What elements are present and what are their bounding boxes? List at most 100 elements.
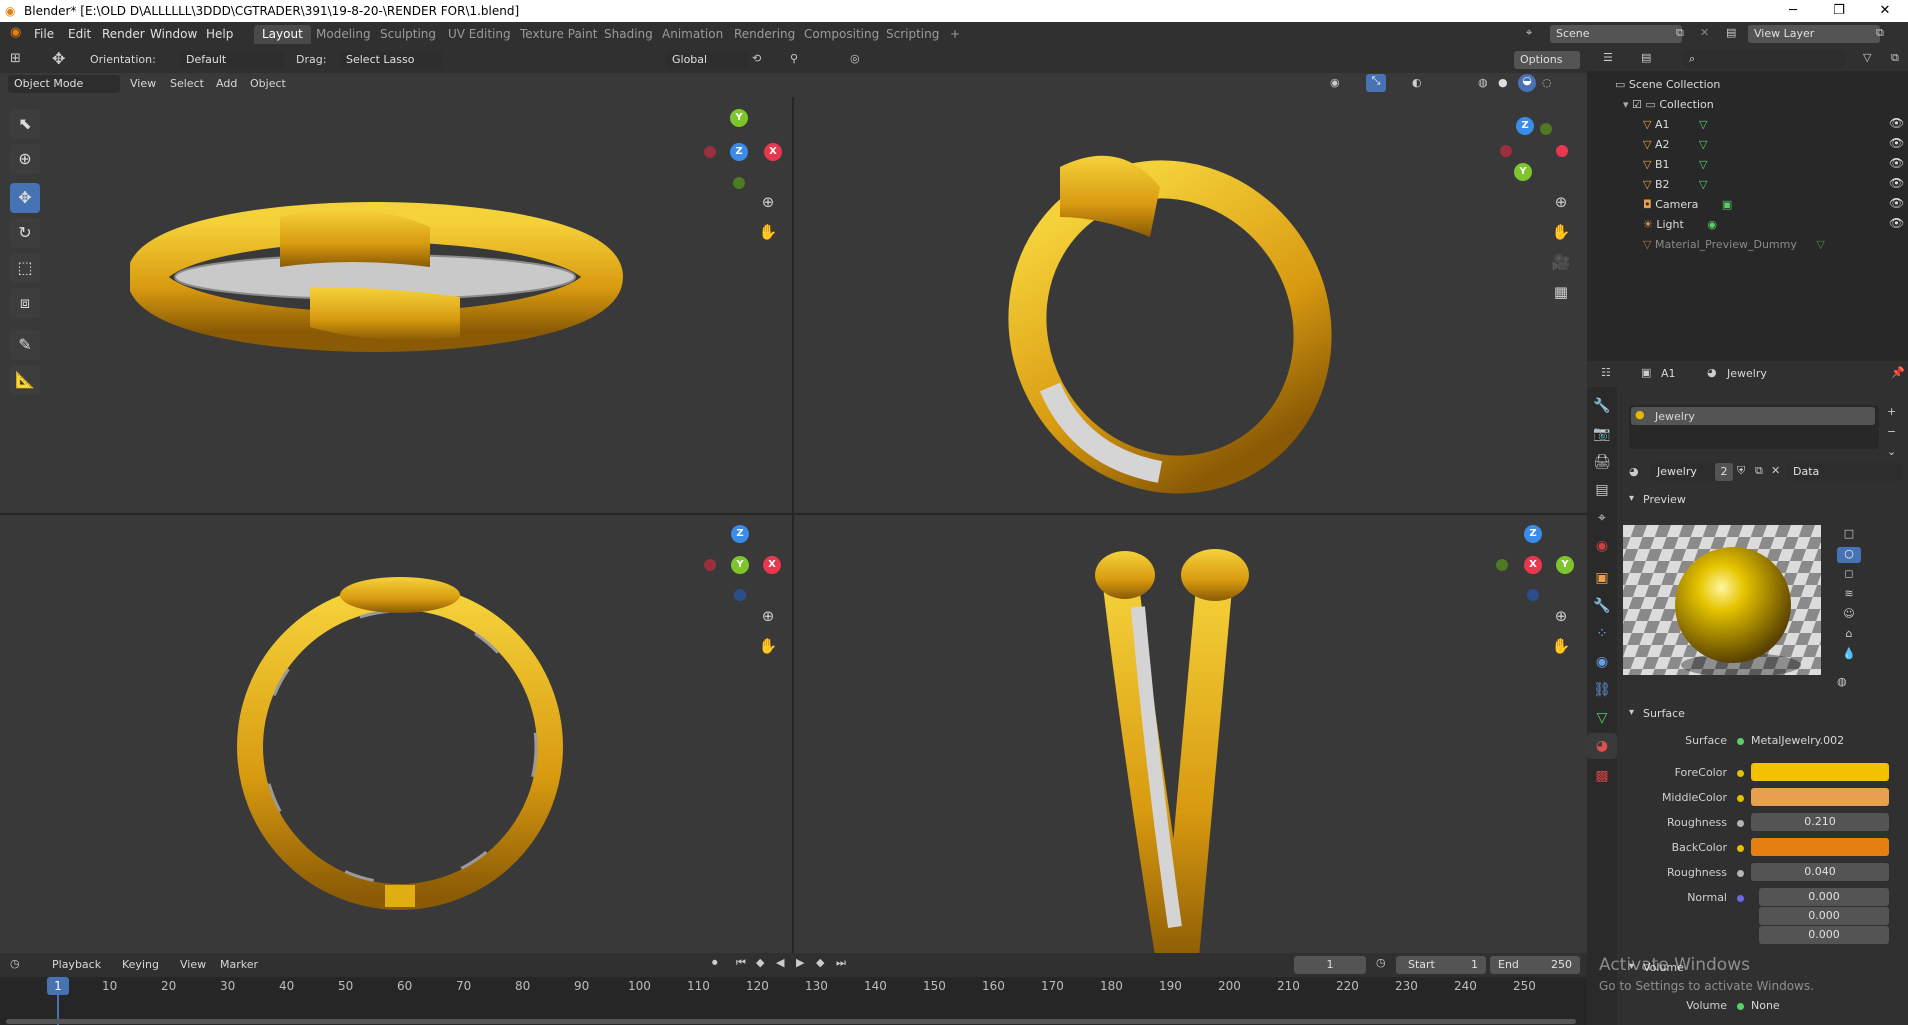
display-mode-icon[interactable]: ▤ — [1641, 51, 1651, 64]
middlecolor-swatch[interactable] — [1751, 788, 1889, 806]
camera-data-icon[interactable]: ▣ — [1722, 198, 1732, 211]
menu-window[interactable]: Window — [150, 27, 197, 41]
outliner-item-camera[interactable]: ◘ Camera ▣ — [1643, 195, 1903, 215]
output-tab-icon[interactable]: 🖨 — [1587, 449, 1617, 475]
viewport-menu-view[interactable]: View — [130, 77, 156, 90]
volume-value[interactable]: None — [1751, 999, 1780, 1012]
gizmo-neg-z-bl[interactable] — [734, 589, 746, 601]
start-frame-field[interactable]: Start 1 — [1396, 956, 1486, 974]
outliner-scene-collection[interactable]: ▭ Scene Collection — [1615, 75, 1895, 95]
roughness-field[interactable]: 0.210 — [1751, 813, 1889, 831]
gizmo-z-axis-tr[interactable]: Z — [1516, 117, 1534, 135]
tab-scripting[interactable]: Scripting — [878, 25, 947, 44]
timeline-ruler[interactable]: 1 10 20 30 40 50 60 70 80 90 100 110 120… — [0, 977, 1587, 1025]
preview-cloth-icon[interactable]: ⌂ — [1837, 627, 1861, 643]
tab-modeling[interactable]: Modeling — [308, 25, 379, 44]
gizmo-x-axis-tl[interactable]: X — [764, 143, 782, 161]
play-icon[interactable]: ▶ — [796, 956, 804, 969]
tab-shading[interactable]: Shading — [596, 25, 661, 44]
viewport-menu-add[interactable]: Add — [216, 77, 237, 90]
preview-hair-icon[interactable]: ≋ — [1837, 587, 1861, 603]
remove-slot-icon[interactable]: − — [1887, 425, 1896, 438]
gizmo-neg-x-tl[interactable] — [704, 146, 716, 158]
solid-shading-icon[interactable]: ● — [1498, 76, 1508, 89]
prev-keyframe-icon[interactable]: ◆ — [756, 956, 764, 969]
gizmo-x-axis-tr[interactable] — [1556, 145, 1568, 157]
socket-dot-icon[interactable] — [1737, 1003, 1744, 1010]
cursor-tool-icon[interactable]: ⊕ — [10, 144, 40, 174]
wireframe-shading-icon[interactable]: ◍ — [1478, 76, 1488, 89]
material-slot-list[interactable]: ● Jewelry — [1629, 405, 1879, 449]
viewport-menu-object[interactable]: Object — [250, 77, 286, 90]
jump-end-icon[interactable]: ⏭ — [836, 956, 846, 970]
new-scene-icon[interactable]: ⧉ — [1676, 26, 1684, 40]
gizmo-x-axis-br[interactable]: X — [1524, 556, 1542, 574]
tab-layout[interactable]: Layout — [254, 25, 311, 44]
timeline[interactable]: ◷ Playback Keying View Marker ⏺ ⏮ ◆ ◀ ▶ … — [0, 953, 1587, 1025]
move-tool-button-icon[interactable]: ✥ — [10, 183, 40, 213]
forecolor-swatch[interactable] — [1751, 763, 1889, 781]
eye-icon[interactable]: 👁 — [1889, 156, 1904, 170]
socket-dot-icon[interactable] — [1737, 795, 1744, 802]
preview-range-icon[interactable]: ◷ — [1376, 956, 1386, 969]
new-view-layer-icon[interactable]: ⧉ — [1876, 26, 1884, 40]
play-reverse-icon[interactable]: ◀ — [776, 956, 784, 969]
preview-flat-icon[interactable]: □ — [1837, 527, 1861, 543]
add-workspace-button[interactable]: + — [942, 25, 968, 44]
view-layer-selector[interactable]: View Layer — [1748, 25, 1880, 43]
jump-start-icon[interactable]: ⏮ — [736, 956, 746, 970]
gizmo-y-axis-tl[interactable]: Y — [730, 109, 748, 127]
texture-tab-icon[interactable]: ▩ — [1587, 763, 1617, 789]
tab-texture-paint[interactable]: Texture Paint — [512, 25, 605, 44]
pan-hand-icon-tl[interactable]: ✋ — [755, 219, 781, 245]
tab-compositing[interactable]: Compositing — [796, 25, 887, 44]
link-dropdown[interactable]: Data — [1787, 463, 1903, 481]
zoom-icon-tr[interactable]: ⊕ — [1548, 189, 1574, 215]
world-tab-icon[interactable]: ◉ — [1587, 533, 1617, 559]
roughness-field-2[interactable]: 0.040 — [1751, 863, 1889, 881]
browse-material-icon[interactable]: ◕ — [1629, 465, 1639, 478]
preview-world-icon[interactable]: ◍ — [1837, 675, 1847, 688]
editor-type-icon[interactable]: ⊞ — [10, 51, 21, 66]
gizmo-z-axis-tl[interactable]: Z — [730, 143, 748, 161]
gizmo-neg-x-tr[interactable] — [1500, 145, 1512, 157]
unlink-material-icon[interactable]: ✕ — [1771, 464, 1780, 477]
eye-icon[interactable]: 👁 — [1889, 216, 1904, 230]
rotate-tool-icon[interactable]: ↻ — [10, 218, 40, 248]
filter-icon[interactable]: ▽ — [1863, 51, 1871, 64]
material-tab-icon[interactable]: ◕ — [1587, 733, 1617, 759]
end-frame-field[interactable]: End 250 — [1490, 956, 1580, 974]
timeline-menu-view[interactable]: View — [180, 958, 206, 971]
scene-tab-icon[interactable]: ⌖ — [1587, 505, 1617, 531]
object-tab-icon[interactable]: ▣ — [1587, 565, 1617, 591]
camera-view-icon[interactable]: 🎥 — [1548, 249, 1574, 275]
menu-help[interactable]: Help — [206, 27, 233, 41]
surface-collapse-icon[interactable]: ▾ — [1629, 707, 1634, 718]
expand-arrow-icon[interactable]: ▾ — [1623, 98, 1629, 111]
view-layer-tab-icon[interactable]: ▤ — [1587, 477, 1617, 503]
socket-dot-icon[interactable] — [1737, 845, 1744, 852]
playhead[interactable]: 1 — [47, 977, 69, 995]
outliner-item-b1[interactable]: ▽ B1 ▽ — [1643, 155, 1903, 175]
transform-orientation-dropdown[interactable]: Global — [666, 51, 748, 69]
mesh-data-icon[interactable]: ▽ — [1699, 178, 1707, 191]
select-tool-icon[interactable]: ⬉ — [10, 109, 40, 139]
gizmo-y-axis-bl[interactable]: Y — [731, 556, 749, 574]
overlays-icon[interactable]: ◐ — [1412, 76, 1422, 89]
outliner-item-light[interactable]: ☀ Light ◉ — [1643, 215, 1903, 235]
annotate-tool-icon[interactable]: ✎ — [10, 330, 40, 360]
normal-y-field[interactable]: 0.000 — [1759, 907, 1889, 925]
outliner-search-input[interactable]: ⌕ — [1683, 50, 1845, 68]
remove-scene-icon[interactable]: ✕ — [1700, 26, 1709, 39]
rendered-shading-icon[interactable]: ◌ — [1542, 76, 1552, 89]
duplicate-material-icon[interactable]: ⧉ — [1755, 464, 1763, 478]
options-dropdown[interactable]: Options — [1514, 51, 1580, 69]
pin-icon[interactable]: 📌 — [1891, 366, 1905, 379]
preview-collapse-icon[interactable]: ▾ — [1629, 493, 1634, 504]
mesh-data-icon[interactable]: ▽ — [1699, 138, 1707, 151]
outliner-editor-icon[interactable]: ☰ — [1603, 51, 1613, 64]
mesh-data-icon[interactable]: ▽ — [1699, 118, 1707, 131]
socket-dot-icon[interactable] — [1737, 770, 1744, 777]
eye-icon[interactable]: 👁 — [1889, 116, 1904, 130]
material-name-field[interactable]: Jewelry — [1651, 463, 1723, 481]
